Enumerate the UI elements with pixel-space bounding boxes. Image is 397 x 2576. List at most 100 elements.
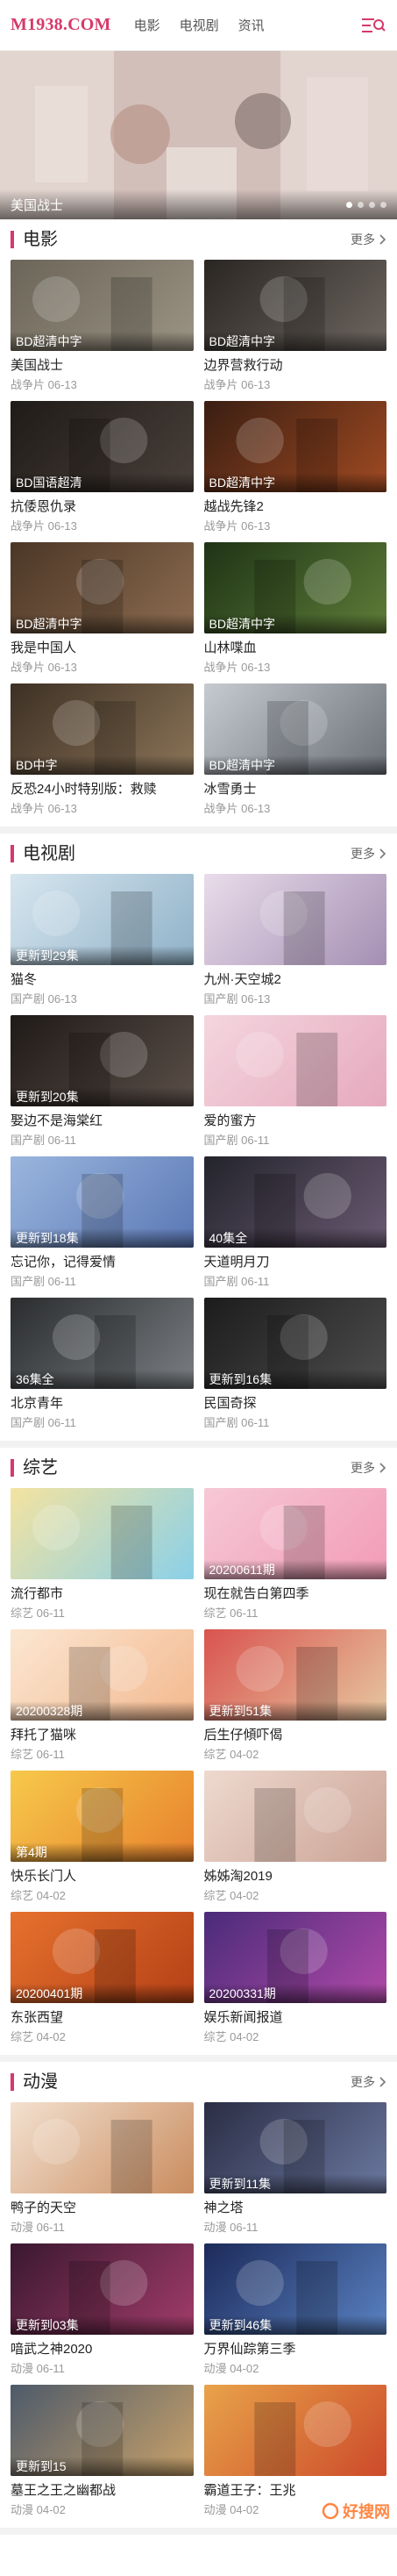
hero-banner[interactable]: 美国战士 [0, 51, 397, 219]
card-title[interactable]: 现在就告白第四季 [204, 1584, 387, 1602]
poster-thumbnail[interactable] [11, 2102, 194, 2193]
nav-news[interactable]: 资讯 [238, 16, 265, 34]
media-card[interactable]: BD超清中字 我是中国人 战争片 06-13 [11, 542, 194, 678]
card-title[interactable]: 边界营救行动 [204, 355, 387, 374]
poster-thumbnail[interactable]: 20200331期 [203, 1912, 386, 2003]
media-card[interactable]: 更新到29集 猫冬 国产剧 06-13 [11, 874, 194, 1010]
site-logo[interactable]: M1938.COM [11, 15, 111, 35]
card-title[interactable]: 霸道王子：王兆 [204, 2480, 387, 2499]
poster-thumbnail[interactable]: 更新到18集 [11, 1156, 194, 1248]
card-title[interactable]: 娱乐新闻报道 [204, 2007, 387, 2026]
nav-tv[interactable]: 电视剧 [180, 16, 219, 34]
card-title[interactable]: 冰雪勇士 [204, 779, 387, 798]
poster-thumbnail[interactable] [203, 1771, 386, 1862]
menu-search-button[interactable] [355, 12, 386, 39]
more-link[interactable]: 更多 [351, 845, 386, 862]
poster-thumbnail[interactable]: BD超清中字 [203, 542, 386, 633]
card-title[interactable]: 民国奇探 [204, 1393, 387, 1412]
media-card[interactable]: BD超清中字 美国战士 战争片 06-13 [11, 260, 194, 396]
card-title[interactable]: 后生仔傾吓偈 [204, 1725, 387, 1743]
card-title[interactable]: 神之塔 [204, 2198, 387, 2216]
media-card[interactable]: BD超清中字 边界营救行动 战争片 06-13 [203, 260, 387, 396]
nav-movies[interactable]: 电影 [134, 16, 160, 34]
card-title[interactable]: 九州·天空城2 [204, 970, 387, 988]
media-card[interactable]: 20200331期 娱乐新闻报道 综艺 04-02 [203, 1912, 387, 2048]
card-title[interactable]: 爱的蜜方 [204, 1111, 387, 1129]
poster-thumbnail[interactable]: 第4期 [11, 1771, 194, 1862]
media-card[interactable]: 36集全 北京青年 国产剧 06-11 [11, 1298, 194, 1434]
card-title[interactable]: 抗倭恩仇录 [11, 497, 194, 515]
card-title[interactable]: 越战先锋2 [204, 497, 387, 515]
card-title[interactable]: 反恐24小时特别版：救赎 [11, 779, 194, 798]
media-card[interactable]: 姊姊淘2019 综艺 04-02 [203, 1771, 387, 1907]
card-title[interactable]: 山林喋血 [204, 638, 387, 656]
media-card[interactable]: 更新到03集 喑武之神2020 动漫 06-11 [11, 2243, 194, 2379]
poster-thumbnail[interactable]: 20200401期 [11, 1912, 194, 2003]
card-title[interactable]: 墓王之王之幽都战 [11, 2480, 194, 2499]
card-title[interactable]: 东张西望 [11, 2007, 194, 2026]
poster-thumbnail[interactable]: BD超清中字 [203, 683, 386, 775]
poster-thumbnail[interactable]: 更新到03集 [11, 2243, 194, 2335]
media-card[interactable]: 更新到15 墓王之王之幽都战 动漫 04-02 [11, 2385, 194, 2521]
card-title[interactable]: 快乐长门人 [11, 1866, 194, 1885]
poster-thumbnail[interactable]: 40集全 [203, 1156, 386, 1248]
card-title[interactable]: 拜托了猫咪 [11, 1725, 194, 1743]
poster-thumbnail[interactable]: 更新到11集 [203, 2102, 386, 2193]
media-card[interactable]: 更新到20集 娶边不是海棠红 国产剧 06-11 [11, 1015, 194, 1151]
poster-thumbnail[interactable] [203, 874, 386, 965]
card-title[interactable]: 姊姊淘2019 [204, 1866, 387, 1885]
more-link[interactable]: 更多 [351, 2073, 386, 2091]
poster-thumbnail[interactable]: 更新到51集 [203, 1629, 386, 1721]
poster-thumbnail[interactable]: BD超清中字 [11, 260, 194, 351]
card-title[interactable]: 喑武之神2020 [11, 2339, 194, 2358]
card-title[interactable]: 忘记你，记得爱情 [11, 1252, 194, 1270]
media-card[interactable]: 更新到11集 神之塔 动漫 06-11 [203, 2102, 387, 2238]
more-link[interactable]: 更多 [351, 231, 386, 248]
card-title[interactable]: 北京青年 [11, 1393, 194, 1412]
media-card[interactable]: BD超清中字 山林喋血 战争片 06-13 [203, 542, 387, 678]
banner-dot[interactable] [358, 201, 364, 208]
poster-thumbnail[interactable]: 更新到20集 [11, 1015, 194, 1106]
media-card[interactable]: BD超清中字 越战先锋2 战争片 06-13 [203, 401, 387, 537]
media-card[interactable]: BD国语超清 抗倭恩仇录 战争片 06-13 [11, 401, 194, 537]
poster-thumbnail[interactable] [203, 1015, 386, 1106]
media-card[interactable]: 20200328期 拜托了猫咪 综艺 06-11 [11, 1629, 194, 1765]
poster-thumbnail[interactable] [203, 2385, 386, 2476]
banner-dot[interactable] [369, 201, 375, 208]
card-title[interactable]: 天道明月刀 [204, 1252, 387, 1270]
poster-thumbnail[interactable]: 20200611期 [203, 1488, 386, 1579]
poster-thumbnail[interactable]: 更新到46集 [203, 2243, 386, 2335]
media-card[interactable]: 20200611期 现在就告白第四季 综艺 06-11 [203, 1488, 387, 1624]
banner-dot[interactable] [346, 201, 352, 208]
poster-thumbnail[interactable]: BD超清中字 [203, 401, 386, 492]
media-card[interactable]: 九州·天空城2 国产剧 06-13 [203, 874, 387, 1010]
media-card[interactable]: BD中字 反恐24小时特别版：救赎 战争片 06-13 [11, 683, 194, 819]
poster-thumbnail[interactable] [11, 1488, 194, 1579]
media-card[interactable]: 更新到46集 万界仙踪第三季 动漫 04-02 [203, 2243, 387, 2379]
card-title[interactable]: 美国战士 [11, 355, 194, 374]
media-card[interactable]: 40集全 天道明月刀 国产剧 06-11 [203, 1156, 387, 1292]
more-link[interactable]: 更多 [351, 1459, 386, 1477]
poster-thumbnail[interactable]: 更新到29集 [11, 874, 194, 965]
poster-thumbnail[interactable]: 更新到15 [11, 2385, 194, 2476]
poster-thumbnail[interactable]: BD超清中字 [203, 260, 386, 351]
card-title[interactable]: 万界仙踪第三季 [204, 2339, 387, 2358]
card-title[interactable]: 我是中国人 [11, 638, 194, 656]
card-title[interactable]: 流行都市 [11, 1584, 194, 1602]
poster-thumbnail[interactable]: 36集全 [11, 1298, 194, 1389]
card-title[interactable]: 娶边不是海棠红 [11, 1111, 194, 1129]
media-card[interactable]: 流行都市 综艺 06-11 [11, 1488, 194, 1624]
card-title[interactable]: 鸭子的天空 [11, 2198, 194, 2216]
media-card[interactable]: 更新到18集 忘记你，记得爱情 国产剧 06-11 [11, 1156, 194, 1292]
poster-thumbnail[interactable]: BD中字 [11, 683, 194, 775]
poster-thumbnail[interactable]: BD国语超清 [11, 401, 194, 492]
media-card[interactable]: 爱的蜜方 国产剧 06-11 [203, 1015, 387, 1151]
media-card[interactable]: 第4期 快乐长门人 综艺 04-02 [11, 1771, 194, 1907]
media-card[interactable]: 更新到51集 后生仔傾吓偈 综艺 04-02 [203, 1629, 387, 1765]
poster-thumbnail[interactable]: 更新到16集 [203, 1298, 386, 1389]
media-card[interactable]: 20200401期 东张西望 综艺 04-02 [11, 1912, 194, 2048]
card-title[interactable]: 猫冬 [11, 970, 194, 988]
media-card[interactable]: 鸭子的天空 动漫 06-11 [11, 2102, 194, 2238]
poster-thumbnail[interactable]: BD超清中字 [11, 542, 194, 633]
media-card[interactable]: 更新到16集 民国奇探 国产剧 06-11 [203, 1298, 387, 1434]
